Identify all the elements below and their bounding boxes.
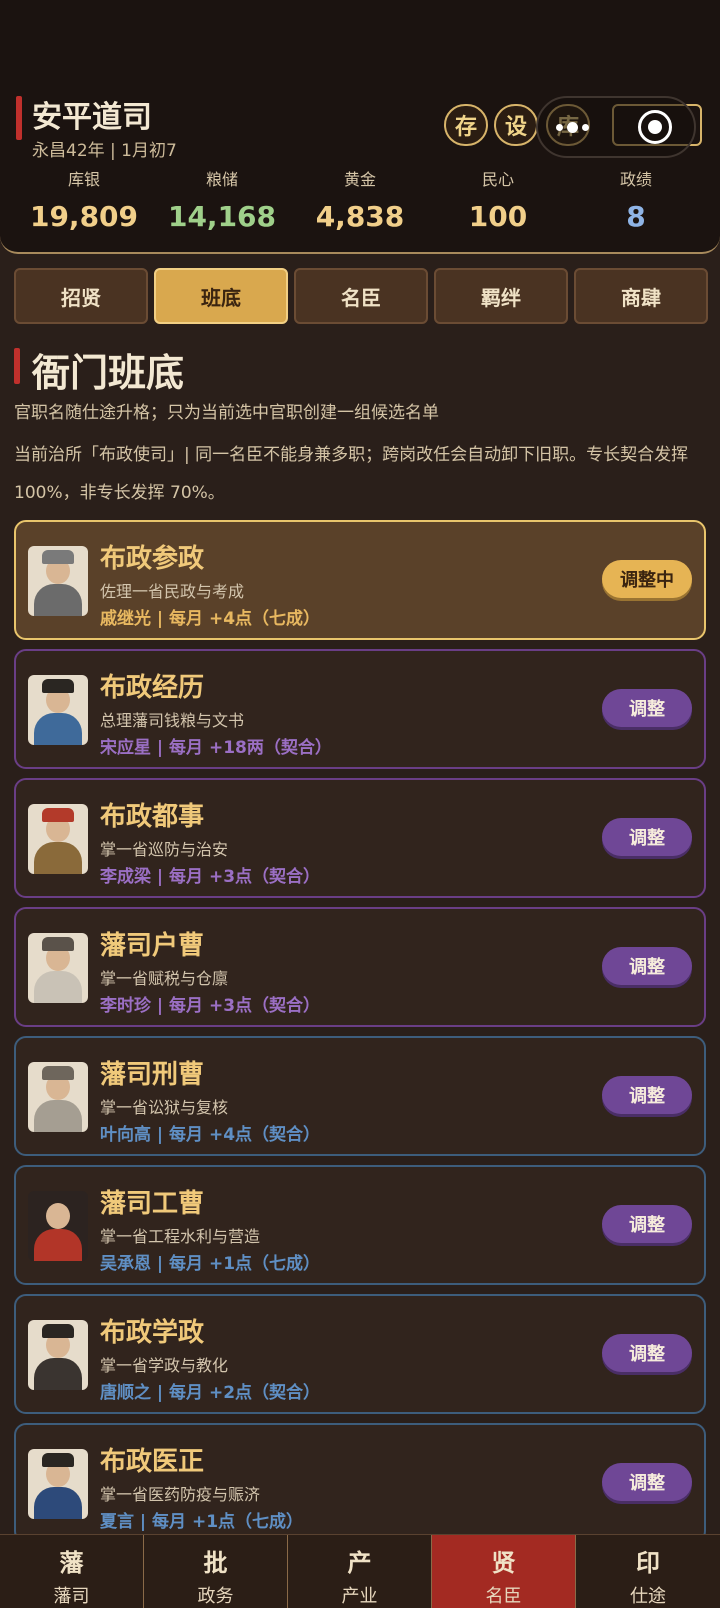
nav-icon: 藩 bbox=[59, 1549, 84, 1577]
post-assignment: 戚继光 | 每月 +4点（七成） bbox=[100, 609, 321, 629]
adjust-button[interactable]: 调整 bbox=[602, 1463, 692, 1501]
nav-icon: 贤 bbox=[491, 1549, 516, 1577]
tab-recruit[interactable]: 招贤 bbox=[14, 268, 148, 324]
stat-label: 黄金 bbox=[343, 170, 376, 189]
post-assignment: 吴承恩 | 每月 +1点（七成） bbox=[100, 1254, 321, 1274]
section-accent-bar bbox=[14, 348, 20, 384]
official-portrait bbox=[28, 546, 88, 616]
post-card[interactable]: 布政学政 掌一省学政与教化 唐顺之 | 每月 +2点（契合） 调整 bbox=[14, 1294, 706, 1414]
post-description: 掌一省学政与教化 bbox=[100, 1356, 229, 1375]
official-portrait bbox=[28, 804, 88, 874]
tab-shop[interactable]: 商肆 bbox=[574, 268, 708, 324]
post-description: 掌一省讼狱与复核 bbox=[100, 1098, 229, 1117]
stat-value: 14,168 bbox=[167, 200, 277, 233]
adjust-button[interactable]: 调整 bbox=[602, 689, 692, 727]
post-description: 掌一省巡防与治安 bbox=[100, 840, 229, 859]
stat-label: 粮储 bbox=[205, 170, 238, 189]
nav-icon: 印 bbox=[636, 1549, 660, 1577]
post-card[interactable]: 藩司刑曹 掌一省讼狱与复核 叶向高 | 每月 +4点（契合） 调整 bbox=[14, 1036, 706, 1156]
official-portrait bbox=[28, 1449, 88, 1519]
office-title: 安平道司 bbox=[32, 100, 152, 135]
post-card[interactable]: 布政医正 掌一省医药防疫与赈济 夏言 | 每月 +1点（七成） 调整 bbox=[14, 1423, 706, 1543]
stat-value: 4,838 bbox=[315, 200, 405, 233]
nav-label: 产业 bbox=[341, 1586, 378, 1607]
nav-label: 政务 bbox=[197, 1586, 234, 1607]
post-title: 布政都事 bbox=[100, 802, 205, 832]
adjust-button[interactable]: 调整 bbox=[602, 1076, 692, 1114]
post-card[interactable]: 藩司工曹 掌一省工程水利与营造 吴承恩 | 每月 +1点（七成） 调整 bbox=[14, 1165, 706, 1285]
game-date: 永昌42年 | 1月初7 bbox=[32, 141, 177, 161]
post-assignment: 宋应星 | 每月 +18两（契合） bbox=[100, 738, 332, 758]
post-title: 布政学政 bbox=[100, 1318, 205, 1348]
post-description: 掌一省赋税与仓廪 bbox=[100, 969, 229, 988]
post-assignment: 李时珍 | 每月 +3点（契合） bbox=[100, 996, 321, 1016]
section-note-2: 当前治所「布政使司」| 同一名臣不能身兼多职；跨岗改任会自动卸下旧职。专长契合发… bbox=[14, 445, 689, 503]
post-card[interactable]: 布政参政 佐理一省民政与考成 戚继光 | 每月 +4点（七成） 调整中 bbox=[14, 520, 706, 640]
stat-silver: 库银 19,809 bbox=[14, 166, 154, 233]
stat-value: 19,809 bbox=[29, 200, 139, 233]
stat-gold: 黄金 4,838 bbox=[290, 166, 430, 233]
tab-staff[interactable]: 班底 bbox=[154, 268, 288, 324]
post-card[interactable]: 布政都事 掌一省巡防与治安 李成梁 | 每月 +3点（契合） 调整 bbox=[14, 778, 706, 898]
stat-value: 8 bbox=[626, 200, 646, 233]
adjust-button[interactable]: 调整 bbox=[602, 1205, 692, 1243]
post-title: 布政经历 bbox=[100, 673, 205, 703]
save-button[interactable]: 存 bbox=[444, 104, 488, 146]
official-portrait bbox=[28, 1062, 88, 1132]
title-accent-bar bbox=[16, 96, 22, 140]
official-portrait bbox=[28, 1320, 88, 1390]
nav-label: 藩司 bbox=[53, 1586, 90, 1607]
post-assignment: 叶向高 | 每月 +4点（契合） bbox=[100, 1125, 321, 1145]
adjust-button[interactable]: 调整 bbox=[602, 1334, 692, 1372]
tab-famous-officials[interactable]: 名臣 bbox=[294, 268, 428, 324]
nav-item-industry[interactable]: 产 产业 bbox=[288, 1535, 432, 1608]
post-title: 布政医正 bbox=[100, 1447, 205, 1477]
official-portrait bbox=[28, 1191, 88, 1261]
stat-label: 民心 bbox=[481, 170, 514, 189]
nav-label: 名臣 bbox=[485, 1586, 522, 1607]
top-header: 安平道司 永昌42年 | 1月初7 存 设 库 库银 19,809 粮储 14,… bbox=[0, 0, 720, 254]
stat-label: 库银 bbox=[67, 170, 100, 189]
post-title: 布政参政 bbox=[100, 544, 205, 574]
nav-label: 仕途 bbox=[630, 1586, 666, 1607]
post-assignment: 李成梁 | 每月 +3点（契合） bbox=[100, 867, 321, 887]
section-note-1: 官职名随仕途升格；只为当前选中官职创建一组候选名单 bbox=[14, 403, 439, 423]
stat-morale: 民心 100 bbox=[428, 166, 568, 233]
post-title: 藩司刑曹 bbox=[100, 1060, 205, 1090]
adjust-button[interactable]: 调整 bbox=[602, 818, 692, 856]
section-title: 衙门班底 bbox=[32, 351, 185, 395]
stat-value: 100 bbox=[468, 200, 528, 233]
settings-button[interactable]: 设 bbox=[494, 104, 538, 146]
post-description: 掌一省医药防疫与赈济 bbox=[100, 1485, 261, 1504]
more-icon[interactable] bbox=[556, 118, 596, 136]
post-description: 佐理一省民政与考成 bbox=[100, 582, 245, 601]
nav-icon: 批 bbox=[203, 1549, 228, 1577]
post-title: 藩司户曹 bbox=[100, 931, 205, 961]
adjusting-button[interactable]: 调整中 bbox=[602, 560, 692, 598]
post-card[interactable]: 藩司户曹 掌一省赋税与仓廪 李时珍 | 每月 +3点（契合） 调整 bbox=[14, 907, 706, 1027]
post-title: 藩司工曹 bbox=[100, 1189, 205, 1219]
official-portrait bbox=[28, 933, 88, 1003]
nav-item-affairs[interactable]: 批 政务 bbox=[144, 1535, 288, 1608]
official-portrait bbox=[28, 675, 88, 745]
stat-label: 政绩 bbox=[619, 170, 652, 189]
bottom-navigation: 藩 藩司 批 政务 产 产业 贤 名臣 印 仕途 bbox=[0, 1534, 720, 1608]
post-card[interactable]: 布政经历 总理藩司钱粮与文书 宋应星 | 每月 +18两（契合） 调整 bbox=[14, 649, 706, 769]
close-target-icon[interactable] bbox=[638, 110, 672, 144]
stat-grain: 粮储 14,168 bbox=[152, 166, 292, 233]
post-description: 掌一省工程水利与营造 bbox=[100, 1227, 261, 1246]
post-description: 总理藩司钱粮与文书 bbox=[100, 711, 245, 730]
post-assignment: 唐顺之 | 每月 +2点（契合） bbox=[100, 1383, 321, 1403]
nav-item-province[interactable]: 藩 藩司 bbox=[0, 1535, 144, 1608]
tab-bonds[interactable]: 羁绊 bbox=[434, 268, 568, 324]
adjust-button[interactable]: 调整 bbox=[602, 947, 692, 985]
nav-icon: 产 bbox=[347, 1549, 372, 1577]
post-assignment: 夏言 | 每月 +1点（七成） bbox=[100, 1512, 304, 1532]
stat-merit: 政绩 8 bbox=[566, 166, 706, 233]
nav-item-career[interactable]: 印 仕途 bbox=[576, 1535, 720, 1608]
nav-item-officials[interactable]: 贤 名臣 bbox=[432, 1535, 576, 1608]
